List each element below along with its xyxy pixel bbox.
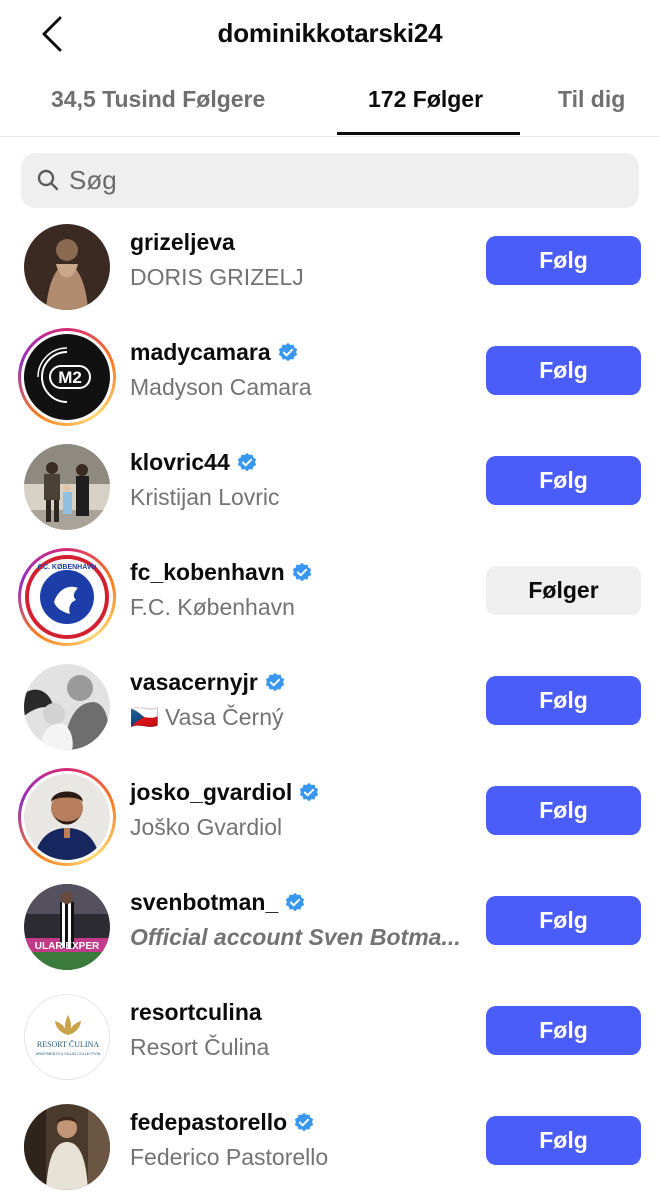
active-tab-indicator [337, 132, 520, 135]
follow-button[interactable]: Følg [486, 1116, 641, 1165]
verified-badge-icon [237, 452, 256, 471]
avatar[interactable] [24, 224, 110, 310]
full-name: 🇨🇿 Vasa Černý [130, 704, 284, 730]
username[interactable]: klovric44 [130, 449, 258, 476]
avatar[interactable]: M2 [24, 334, 110, 420]
verified-badge-icon [300, 782, 319, 801]
full-name: Madyson Camara [130, 374, 312, 400]
verified-badge-icon [295, 1112, 314, 1131]
list-item[interactable]: M2 madycamara Madyson Camara Følg [0, 322, 660, 432]
list-item[interactable]: F.C. KØBENHAVN fc_kobenhavn F.C. Københa… [0, 542, 660, 652]
tab-following[interactable]: 172 Følger [368, 86, 483, 113]
username[interactable]: vasacernyjr [130, 669, 286, 696]
full-name: F.C. København [130, 594, 295, 620]
username[interactable]: madycamara [130, 339, 299, 366]
avatar[interactable] [24, 1104, 110, 1190]
resort-logo-text: RESORT ČULINA [37, 1039, 99, 1049]
full-name: Resort Čulina [130, 1034, 270, 1060]
follow-button[interactable]: Følg [486, 786, 641, 835]
fck-logo-text: F.C. KØBENHAVN [38, 564, 97, 571]
list-item[interactable]: RESORT ČULINA APARTMENTS & VILLAS COLLEC… [0, 982, 660, 1092]
search-bar[interactable] [21, 153, 639, 208]
verified-badge-icon [292, 562, 311, 581]
full-name: DORIS GRIZELJ [130, 264, 304, 290]
search-icon [37, 169, 59, 191]
full-name: Federico Pastorello [130, 1144, 329, 1170]
verified-badge-icon [278, 342, 297, 361]
search-input[interactable] [69, 153, 609, 208]
list-item[interactable]: klovric44 Kristijan Lovric Følg [0, 432, 660, 542]
full-name: Official account Sven Botma... [130, 924, 461, 950]
avatar[interactable] [24, 444, 110, 530]
follow-button[interactable]: Følg [486, 676, 641, 725]
full-name: Kristijan Lovric [130, 484, 280, 510]
list-item[interactable]: grizeljeva DORIS GRIZELJ Følg [0, 212, 660, 322]
list-item[interactable]: ULAR EXPER svenbotman_ Official account … [0, 872, 660, 982]
list-item[interactable]: fedepastorello Federico Pastorello Følg [0, 1092, 660, 1202]
username[interactable]: fedepastorello [130, 1109, 315, 1136]
follow-button[interactable]: Følg [486, 236, 641, 285]
username[interactable]: grizeljeva [130, 229, 235, 256]
full-name: Joško Gvardiol [130, 814, 283, 840]
username[interactable]: fc_kobenhavn [130, 559, 313, 586]
list-item[interactable]: vasacernyjr 🇨🇿 Vasa Černý Følg [0, 652, 660, 762]
username[interactable]: svenbotman_ [130, 889, 306, 916]
avatar[interactable] [24, 774, 110, 860]
banner-text: ULAR EXPER [35, 941, 100, 952]
username[interactable]: josko_gvardiol [130, 779, 320, 806]
username[interactable]: resortculina [130, 999, 262, 1026]
resort-logo-subtext: APARTMENTS & VILLAS COLLECTION [36, 1052, 101, 1056]
verified-badge-icon [286, 892, 305, 911]
avatar[interactable]: RESORT ČULINA APARTMENTS & VILLAS COLLEC… [24, 994, 110, 1080]
tab-followers[interactable]: 34,5 Tusind Følgere [51, 86, 265, 113]
avatar[interactable] [24, 664, 110, 750]
follow-button[interactable]: Følg [486, 346, 641, 395]
page-title: dominikkotarski24 [217, 18, 443, 48]
m2-logo-text: M2 [58, 368, 82, 387]
tab-bar: 34,5 Tusind Følgere 172 Følger Til dig [0, 76, 660, 137]
follow-button[interactable]: Følg [486, 456, 641, 505]
avatar[interactable]: F.C. KØBENHAVN [24, 554, 110, 640]
following-button[interactable]: Følger [486, 566, 641, 615]
verified-badge-icon [265, 672, 285, 691]
avatar[interactable]: ULAR EXPER [24, 884, 110, 970]
follow-button[interactable]: Følg [486, 896, 641, 945]
follow-button[interactable]: Følg [486, 1006, 641, 1055]
list-item[interactable]: josko_gvardiol Joško Gvardiol Følg [0, 762, 660, 872]
header: dominikkotarski24 [0, 0, 660, 68]
tab-for-you[interactable]: Til dig [558, 86, 625, 113]
